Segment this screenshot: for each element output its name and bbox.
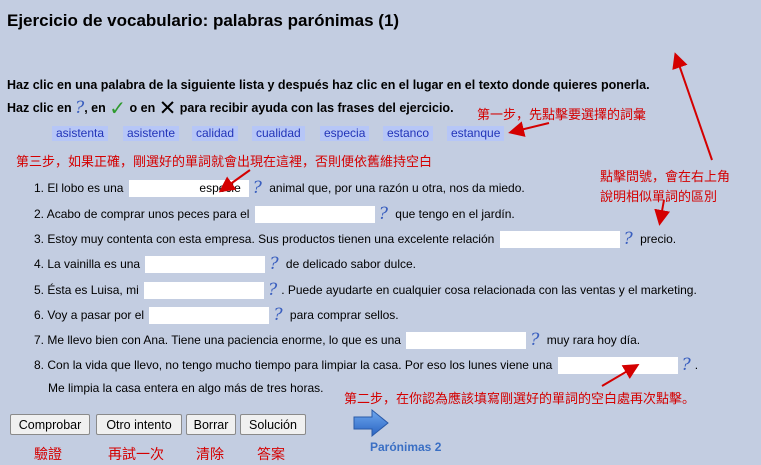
solution-button[interactable]: Solución	[240, 414, 306, 435]
retry-button-annotation: 再試一次	[108, 447, 164, 463]
question-text: para comprar sellos.	[289, 308, 399, 322]
help-question-icon[interactable]: ?	[530, 330, 539, 350]
question-1: 1. El lobo es una especie? animal que, p…	[34, 178, 525, 198]
check-icon: ✓	[109, 98, 127, 120]
question-6: 6. Voy a pasar por el ? para comprar sel…	[34, 305, 399, 325]
answer-gap-2[interactable]	[254, 206, 375, 224]
question-text: Ésta es Luisa, mi	[47, 283, 139, 297]
question-4: 4. La vainilla es una ? de delicado sabo…	[34, 254, 416, 274]
question-text: de delicado sabor dulce.	[285, 257, 416, 271]
cross-icon: ✕	[158, 97, 177, 120]
help-question-icon[interactable]: ?	[268, 280, 277, 300]
help-question-icon: ?	[75, 98, 85, 118]
answer-gap-6[interactable]	[149, 307, 270, 325]
question-8: 8. Con la vida que llevo, no tengo mucho…	[34, 355, 698, 375]
answer-gap-4[interactable]	[145, 256, 266, 274]
help-question-icon[interactable]: ?	[682, 355, 691, 375]
question-number: 3.	[34, 232, 45, 246]
question-number: 8.	[34, 358, 45, 372]
answer-gap-5[interactable]	[144, 282, 265, 300]
question-text: animal que, por una razón u otra, nos da…	[269, 181, 525, 195]
word-chip-estanque[interactable]: estanque	[447, 126, 505, 141]
question-text: muy rara hoy día.	[546, 333, 641, 347]
question-2: 2. Acabo de comprar unos peces para el ?…	[34, 204, 515, 224]
answer-gap-8[interactable]	[557, 357, 678, 375]
question-text: Me llevo bien con Ana. Tiene una pacienc…	[47, 333, 401, 347]
annotation-step1: 第一步，先點擊要選擇的詞彙	[477, 108, 647, 123]
instruction-text: o en	[129, 101, 156, 115]
help-question-icon[interactable]: ?	[273, 305, 282, 325]
question-number: 5.	[34, 283, 45, 297]
answer-gap-3[interactable]	[499, 231, 620, 249]
word-chip-cualidad[interactable]: cualidad	[252, 126, 305, 141]
next-arrow-icon[interactable]	[352, 408, 392, 438]
question-number: 6.	[34, 308, 45, 322]
question-text: La vainilla es una	[47, 257, 141, 271]
annotation-help-1: 點擊問號，會在右上角	[600, 170, 731, 185]
question-5: 5. Ésta es Luisa, mi ? . Puede ayudarte e…	[34, 280, 697, 300]
answer-gap-7[interactable]	[406, 332, 527, 350]
next-exercise-link[interactable]: Parónimas 2	[370, 440, 441, 454]
annotation-help-2: 說明相似單詞的區別	[600, 190, 718, 205]
question-text: que tengo en el jardín.	[395, 207, 515, 221]
question-text: precio.	[640, 232, 677, 246]
question-8-continuation: Me limpia la casa entera en algo más de …	[48, 381, 324, 395]
annotation-step3: 第三步，如果正確，剛選好的單詞就會出現在這裡，否則便依舊維持空白	[16, 155, 433, 170]
question-text: .	[694, 358, 699, 372]
annotation-step2: 第二步，在你認為應該填寫剛選好的單詞的空白處再次點擊。	[344, 392, 696, 407]
clear-button[interactable]: Borrar	[186, 414, 236, 435]
page-title: Ejercicio de vocabulario: palabras parón…	[7, 11, 400, 30]
question-7: 7. Me llevo bien con Ana. Tiene una paci…	[34, 330, 640, 350]
help-question-icon[interactable]: ?	[253, 178, 262, 198]
instruction-text: , en	[84, 101, 106, 115]
question-text: . Puede ayudarte en cualquier cosa relac…	[281, 283, 697, 297]
instruction-line-2: Haz clic en ?, en ✓ o en ✕ para recibir …	[7, 96, 454, 121]
question-3: 3. Estoy muy contenta con esta empresa. …	[34, 229, 676, 249]
question-text: Voy a pasar por el	[47, 308, 145, 322]
instruction-text: Haz clic en	[7, 101, 72, 115]
answer-gap-1[interactable]: especie	[128, 180, 249, 198]
word-chip-asistente[interactable]: asistente	[123, 126, 180, 141]
question-text: El lobo es una	[47, 181, 124, 195]
instruction-text: para recibir ayuda con las frases del ej…	[179, 101, 454, 115]
question-text: Estoy muy contenta con esta empresa. Sus…	[47, 232, 495, 246]
question-text: Acabo de comprar unos peces para el	[46, 207, 250, 221]
clear-button-annotation: 清除	[196, 447, 224, 463]
help-question-icon[interactable]: ?	[624, 229, 633, 249]
check-button-annotation: 驗證	[34, 447, 62, 463]
question-text: Con la vida que llevo, no tengo mucho ti…	[47, 358, 553, 372]
solution-button-annotation: 答案	[257, 447, 285, 463]
word-chip-calidad[interactable]: calidad	[192, 126, 239, 141]
question-number: 7.	[34, 333, 45, 347]
question-number: 2.	[34, 207, 45, 221]
retry-button[interactable]: Otro intento	[96, 414, 182, 435]
question-number: 1.	[34, 181, 45, 195]
check-button[interactable]: Comprobar	[10, 414, 90, 435]
word-chip-estanco[interactable]: estanco	[383, 126, 434, 141]
help-question-icon[interactable]: ?	[379, 204, 388, 224]
word-chip-especia[interactable]: especia	[320, 126, 370, 141]
word-chip-asistenta[interactable]: asistenta	[52, 126, 109, 141]
question-number: 4.	[34, 257, 45, 271]
help-question-icon[interactable]: ?	[269, 254, 278, 274]
instruction-line-1: Haz clic en una palabra de la siguiente …	[7, 78, 650, 92]
